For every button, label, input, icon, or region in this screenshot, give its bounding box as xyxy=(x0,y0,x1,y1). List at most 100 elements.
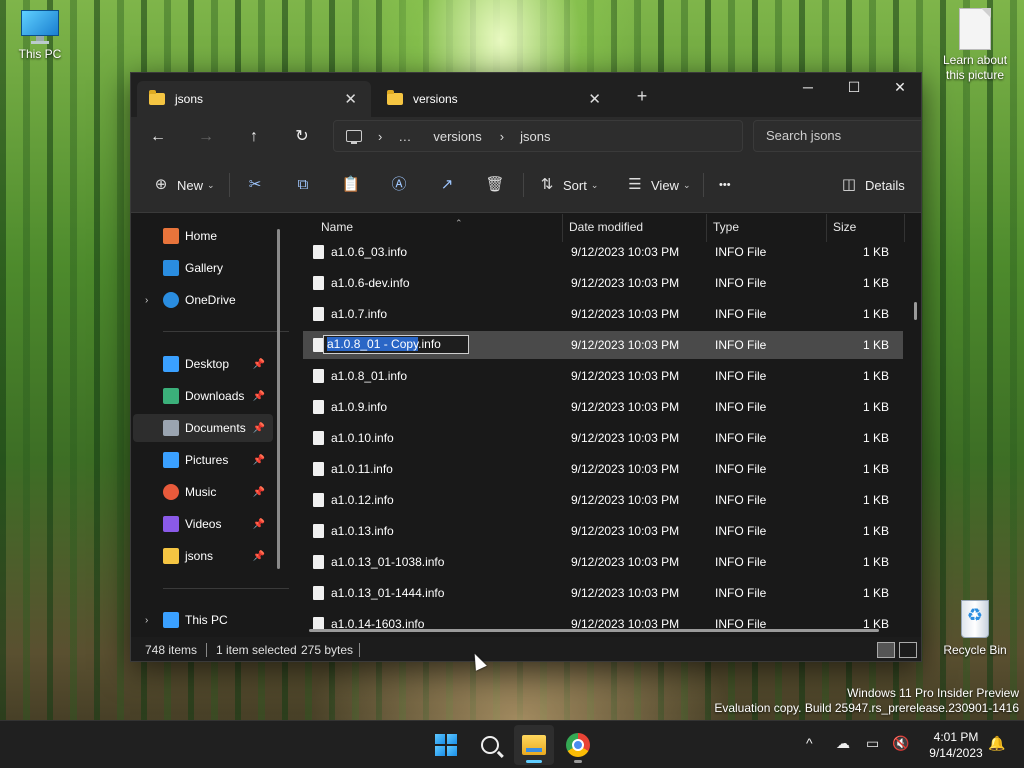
volume-muted-icon[interactable]: 🔇 xyxy=(892,735,909,752)
pin-icon: 📌 xyxy=(252,550,265,562)
file-icon xyxy=(313,493,324,507)
table-row[interactable]: a1.0.8_01.info 9/12/2023 10:03 PM INFO F… xyxy=(303,362,903,390)
file-name: a1.0.8_01.info xyxy=(331,369,408,383)
desktop-icon-recycle-bin[interactable]: ♻ Recycle Bin xyxy=(935,596,1015,658)
share-button[interactable]: ↗ xyxy=(435,173,459,197)
tab-jsons[interactable]: jsons ✕ xyxy=(137,81,371,117)
details-pane-button[interactable]: ◫ Details xyxy=(837,173,905,197)
plus-circle-icon: ⊕ xyxy=(154,176,168,193)
sidebar-divider xyxy=(163,331,289,332)
monitor-icon xyxy=(19,10,61,44)
paste-button[interactable]: 📋 xyxy=(339,173,363,197)
sidebar-item-gallery[interactable]: Gallery xyxy=(133,254,273,282)
chevron-right-icon[interactable]: › xyxy=(145,295,148,306)
rename-selected-text: a1.0.8_01 - Copy xyxy=(327,337,419,351)
sidebar-item-onedrive[interactable]: › OneDrive xyxy=(133,286,273,314)
table-row[interactable]: a1.0.12.info 9/12/2023 10:03 PM INFO Fil… xyxy=(303,486,903,514)
tab-versions[interactable]: versions ✕ xyxy=(375,81,615,117)
breadcrumb-overflow[interactable]: … xyxy=(398,129,411,144)
table-row[interactable]: a1.0.13_01-1038.info 9/12/2023 10:03 PM … xyxy=(303,548,903,576)
rename-button[interactable]: Ⓐ xyxy=(387,173,411,197)
this-pc-icon[interactable] xyxy=(346,130,362,144)
taskbar: ^ ☁ ▭ 🔇 4:01 PM 9/14/2023 🔔 xyxy=(0,720,1024,768)
address-bar[interactable]: › … versions › jsons xyxy=(333,120,743,152)
table-row[interactable]: a1.0.10.info 9/12/2023 10:03 PM INFO Fil… xyxy=(303,424,903,452)
desktop-icon-learn-about-picture[interactable]: Learn about this picture xyxy=(935,8,1015,83)
sort-label: Sort xyxy=(563,177,587,193)
file-name: a1.0.6-dev.info xyxy=(331,276,410,290)
sidebar-item-label: Documents xyxy=(185,421,246,435)
pin-icon: 📌 xyxy=(252,454,265,466)
chrome-taskbar-button[interactable] xyxy=(558,725,598,765)
notification-bell-icon[interactable]: 🔔 xyxy=(988,735,1005,752)
file-list-horizontal-scrollbar[interactable] xyxy=(309,629,879,632)
file-size: 1 KB xyxy=(862,338,889,352)
desktop-icon-this-pc[interactable]: This PC xyxy=(0,10,80,62)
file-type: INFO File xyxy=(715,462,767,476)
chevron-right-icon[interactable]: › xyxy=(145,615,148,626)
new-button[interactable]: ⊕ New ⌄ xyxy=(149,173,215,197)
minimize-button[interactable]: ─ xyxy=(785,73,831,103)
back-button[interactable]: ← xyxy=(145,125,171,149)
new-tab-button[interactable]: + xyxy=(631,85,653,107)
computer-icon xyxy=(163,612,179,628)
copy-button[interactable]: ⧉ xyxy=(291,173,315,197)
file-date: 9/12/2023 10:03 PM xyxy=(571,555,680,569)
see-more-button[interactable]: ••• xyxy=(719,173,731,197)
table-row[interactable]: a1.0.14-1603.info 9/12/2023 10:03 PM INF… xyxy=(303,610,903,636)
start-button[interactable] xyxy=(426,725,466,765)
sidebar-item-this-pc[interactable]: › This PC xyxy=(133,606,273,634)
view-button[interactable]: ☰ View ⌄ xyxy=(623,173,690,197)
tiles-view-button[interactable] xyxy=(899,642,917,658)
breadcrumb-versions[interactable]: versions xyxy=(433,129,481,144)
delete-button[interactable]: 🗑 xyxy=(483,173,507,197)
table-row[interactable]: a1.0.11.info 9/12/2023 10:03 PM INFO Fil… xyxy=(303,455,903,483)
table-row[interactable]: a1.0.7.info 9/12/2023 10:03 PM INFO File… xyxy=(303,300,903,328)
file-icon xyxy=(313,524,324,538)
search-input[interactable]: Search jsons xyxy=(753,120,921,152)
file-list-vertical-scrollbar[interactable] xyxy=(914,302,917,320)
table-row[interactable]: a1.0.6-dev.info 9/12/2023 10:03 PM INFO … xyxy=(303,269,903,297)
sort-button[interactable]: ⇅ Sort ⌄ xyxy=(535,173,599,197)
forward-button[interactable]: → xyxy=(193,125,219,149)
sidebar-item-desktop[interactable]: Desktop 📌 xyxy=(133,350,273,378)
search-icon xyxy=(481,736,499,754)
sidebar-scrollbar[interactable] xyxy=(277,229,280,569)
sidebar-item-downloads[interactable]: Downloads 📌 xyxy=(133,382,273,410)
file-date: 9/12/2023 10:03 PM xyxy=(571,245,680,259)
pin-icon: 📌 xyxy=(252,358,265,370)
table-row[interactable]: a1.0.13_01-1444.info 9/12/2023 10:03 PM … xyxy=(303,579,903,607)
table-row-selected[interactable]: a1.0.8_01 - Copy.info 9/12/2023 10:03 PM… xyxy=(303,331,903,359)
sidebar-item-videos[interactable]: Videos 📌 xyxy=(133,510,273,538)
table-row[interactable]: a1.0.9.info 9/12/2023 10:03 PM INFO File… xyxy=(303,393,903,421)
search-button[interactable] xyxy=(470,725,510,765)
rename-input[interactable]: a1.0.8_01 - Copy.info xyxy=(323,335,469,354)
cut-button[interactable]: ✂ xyxy=(243,173,267,197)
close-tab-icon[interactable]: ✕ xyxy=(344,90,357,108)
details-view-button[interactable] xyxy=(877,642,895,658)
close-window-button[interactable]: ✕ xyxy=(877,73,921,103)
table-row[interactable]: a1.0.6_03.info 9/12/2023 10:03 PM INFO F… xyxy=(303,238,903,266)
refresh-button[interactable]: ↻ xyxy=(289,125,315,149)
breadcrumb-jsons[interactable]: jsons xyxy=(520,129,550,144)
up-button[interactable]: ↑ xyxy=(241,125,267,149)
network-icon[interactable]: ▭ xyxy=(866,735,879,752)
close-tab-icon[interactable]: ✕ xyxy=(588,90,601,108)
cloud-icon xyxy=(163,292,179,308)
tab-label: jsons xyxy=(175,92,204,106)
maximize-button[interactable]: ☐ xyxy=(831,73,877,103)
sidebar-item-documents[interactable]: Documents 📌 xyxy=(133,414,273,442)
chevron-right-icon[interactable]: › xyxy=(500,129,504,144)
table-row[interactable]: a1.0.13.info 9/12/2023 10:03 PM INFO Fil… xyxy=(303,517,903,545)
show-hidden-icons-chevron[interactable]: ^ xyxy=(806,735,813,751)
file-date: 9/12/2023 10:03 PM xyxy=(571,462,680,476)
sidebar-item-pictures[interactable]: Pictures 📌 xyxy=(133,446,273,474)
desktop-icon-label: Recycle Bin xyxy=(943,643,1007,657)
sidebar-item-home[interactable]: Home xyxy=(133,222,273,250)
sidebar-item-jsons[interactable]: jsons 📌 xyxy=(133,542,273,570)
chevron-right-icon[interactable]: › xyxy=(378,129,382,144)
onedrive-cloud-icon[interactable]: ☁ xyxy=(836,735,850,752)
file-explorer-taskbar-button[interactable] xyxy=(514,725,554,765)
sidebar-item-music[interactable]: Music 📌 xyxy=(133,478,273,506)
clock[interactable]: 4:01 PM 9/14/2023 xyxy=(918,729,994,761)
